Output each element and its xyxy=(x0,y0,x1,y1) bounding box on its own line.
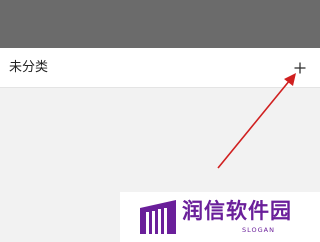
watermark: 润信软件园 SLOGAN xyxy=(120,192,320,242)
watermark-brand: 润信软件园 xyxy=(182,199,292,223)
group-label: 未分类 xyxy=(9,60,49,75)
watermark-slogan: SLOGAN xyxy=(242,226,275,234)
watermark-logo-icon xyxy=(140,200,176,234)
plus-icon xyxy=(294,62,306,74)
top-bar xyxy=(0,0,320,48)
group-row-uncategorized[interactable]: 未分类 xyxy=(0,48,320,88)
add-button[interactable] xyxy=(291,59,309,77)
